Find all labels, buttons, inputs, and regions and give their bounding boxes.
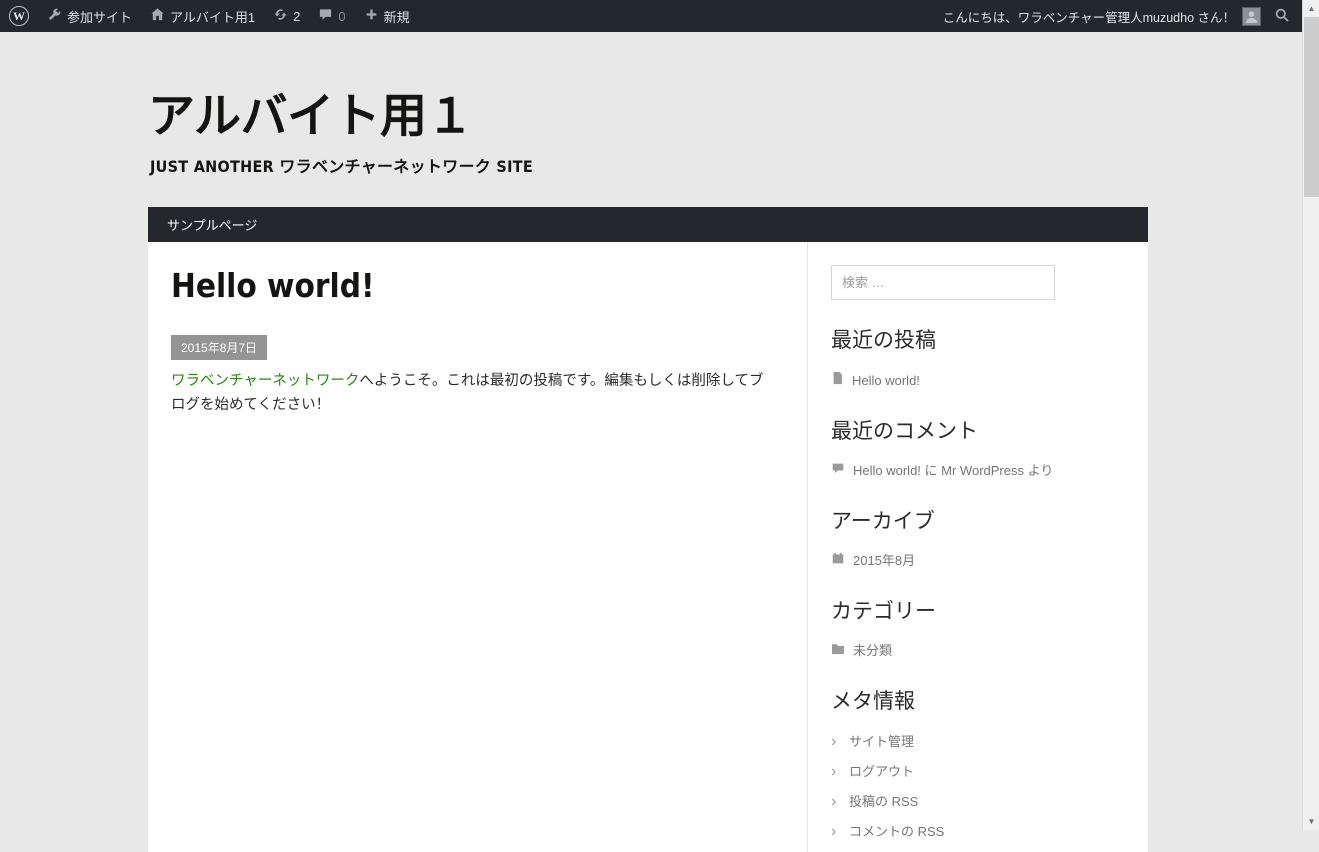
post-title[interactable]: Hello world! <box>171 268 767 305</box>
sidebar: 最近の投稿 Hello world! 最近のコメント <box>807 242 1148 852</box>
plus-icon <box>364 7 379 25</box>
updates-icon <box>273 7 288 25</box>
widget-archives: アーカイブ 2015年8月 <box>831 509 1124 571</box>
search-icon[interactable] <box>1268 7 1302 26</box>
primary-navigation: サンプルページ <box>148 207 1148 243</box>
my-sites-label: 参加サイト <box>67 9 133 25</box>
widget-title: アーカイブ <box>831 509 935 533</box>
wordpress-logo-icon: W <box>9 6 29 26</box>
post-body-link[interactable]: ワラベンチャーネットワーク <box>171 373 359 389</box>
comment-bubble-icon <box>318 7 333 25</box>
meta-item-site-admin[interactable]: › サイト管理 <box>831 732 1124 752</box>
recent-comment-text: Hello world! に Mr WordPress より <box>853 461 1053 481</box>
scroll-down-button[interactable]: ▼ <box>1303 813 1319 830</box>
widget-title: カテゴリー <box>831 600 936 624</box>
site-name-menu[interactable]: アルバイト用1 <box>141 0 264 32</box>
site-name-label: アルバイト用1 <box>170 9 256 25</box>
chevron-right-icon: › <box>831 732 837 750</box>
archive-link[interactable]: 2015年8月 <box>853 551 915 571</box>
main-column: Hello world! 2015年8月7日 ワラベンチャーネットワークへようこ… <box>148 242 807 851</box>
post-article: Hello world! 2015年8月7日 ワラベンチャーネットワークへようこ… <box>171 268 767 417</box>
folder-icon <box>831 641 845 661</box>
site-header: アルバイト用１ Just another ワラベンチャーネットワーク site <box>148 32 1148 177</box>
scroll-up-button[interactable]: ▲ <box>1303 0 1319 17</box>
calendar-icon <box>831 551 845 571</box>
scrollbar[interactable]: ▲ ▼ <box>1302 0 1319 830</box>
updates-count: 2 <box>293 8 301 24</box>
site-page: アルバイト用１ Just another ワラベンチャーネットワーク site … <box>148 32 1148 852</box>
chevron-right-icon: › <box>831 822 837 840</box>
meta-link[interactable]: ログアウト <box>849 762 914 782</box>
nav-item-sample-page[interactable]: サンプルページ <box>148 207 276 242</box>
content-area: Hello world! 2015年8月7日 ワラベンチャーネットワークへようこ… <box>148 242 1148 852</box>
comment-particle: より <box>1023 462 1054 478</box>
account-greeting[interactable]: こんにちは、ワラベンチャー管理人muzudho さん！ <box>937 7 1241 26</box>
avatar[interactable] <box>1242 6 1261 26</box>
wrench-icon <box>47 7 62 25</box>
new-label: 新規 <box>383 9 410 25</box>
chevron-right-icon: › <box>831 762 837 780</box>
comment-particle: に <box>920 462 942 478</box>
meta-item-logout[interactable]: › ログアウト <box>831 762 1124 782</box>
comment-author-link[interactable]: Mr WordPress <box>941 463 1024 478</box>
recent-post-item[interactable]: Hello world! <box>831 371 1124 391</box>
updates-menu[interactable]: 2 <box>264 0 309 32</box>
post-date-badge[interactable]: 2015年8月7日 <box>171 334 268 360</box>
comments-menu[interactable]: 0 <box>309 0 354 32</box>
widget-recent-posts: 最近の投稿 Hello world! <box>831 328 1124 390</box>
recent-post-link[interactable]: Hello world! <box>852 371 920 391</box>
widget-title: メタ情報 <box>831 690 915 714</box>
site-title[interactable]: アルバイト用１ <box>148 92 1148 142</box>
home-icon <box>150 7 165 25</box>
widget-title: 最近のコメント <box>831 419 978 443</box>
comment-post-link[interactable]: Hello world! <box>853 463 921 478</box>
comments-count: 0 <box>338 8 346 24</box>
meta-item-entries-rss[interactable]: › 投稿の RSS <box>831 792 1124 812</box>
widget-categories: カテゴリー 未分類 <box>831 599 1124 661</box>
search-input[interactable] <box>831 265 1055 301</box>
archive-item[interactable]: 2015年8月 <box>831 551 1124 571</box>
wp-logo-menu[interactable]: W <box>0 0 38 32</box>
chevron-right-icon: › <box>831 792 837 810</box>
widget-title: 最近の投稿 <box>831 329 936 353</box>
meta-link[interactable]: 投稿の RSS <box>849 792 918 812</box>
wp-admin-bar: W 参加サイト アルバイト用1 2 0 新規 こんにちは、ワラベンチャー管理人m… <box>0 0 1302 32</box>
widget-meta: メタ情報 › サイト管理 › ログアウト › 投稿の RSS › コメントの R… <box>831 689 1124 841</box>
post-body: ワラベンチャーネットワークへようこそ。これは最初の投稿です。編集もしくは削除して… <box>171 370 767 418</box>
meta-link[interactable]: コメントの RSS <box>849 822 944 842</box>
category-link[interactable]: 未分類 <box>853 641 892 661</box>
scrollbar-thumb[interactable] <box>1304 17 1319 197</box>
meta-item-comments-rss[interactable]: › コメントの RSS <box>831 822 1124 842</box>
widget-recent-comments: 最近のコメント Hello world! に Mr WordPress より <box>831 419 1124 481</box>
site-tagline: Just another ワラベンチャーネットワーク site <box>150 157 533 177</box>
category-item[interactable]: 未分類 <box>831 641 1124 661</box>
comment-icon <box>831 461 845 481</box>
recent-comment-item: Hello world! に Mr WordPress より <box>831 461 1124 481</box>
page-icon <box>831 371 844 391</box>
meta-link[interactable]: サイト管理 <box>849 732 914 752</box>
my-sites-menu[interactable]: 参加サイト <box>38 0 141 32</box>
new-content-menu[interactable]: 新規 <box>355 0 419 32</box>
